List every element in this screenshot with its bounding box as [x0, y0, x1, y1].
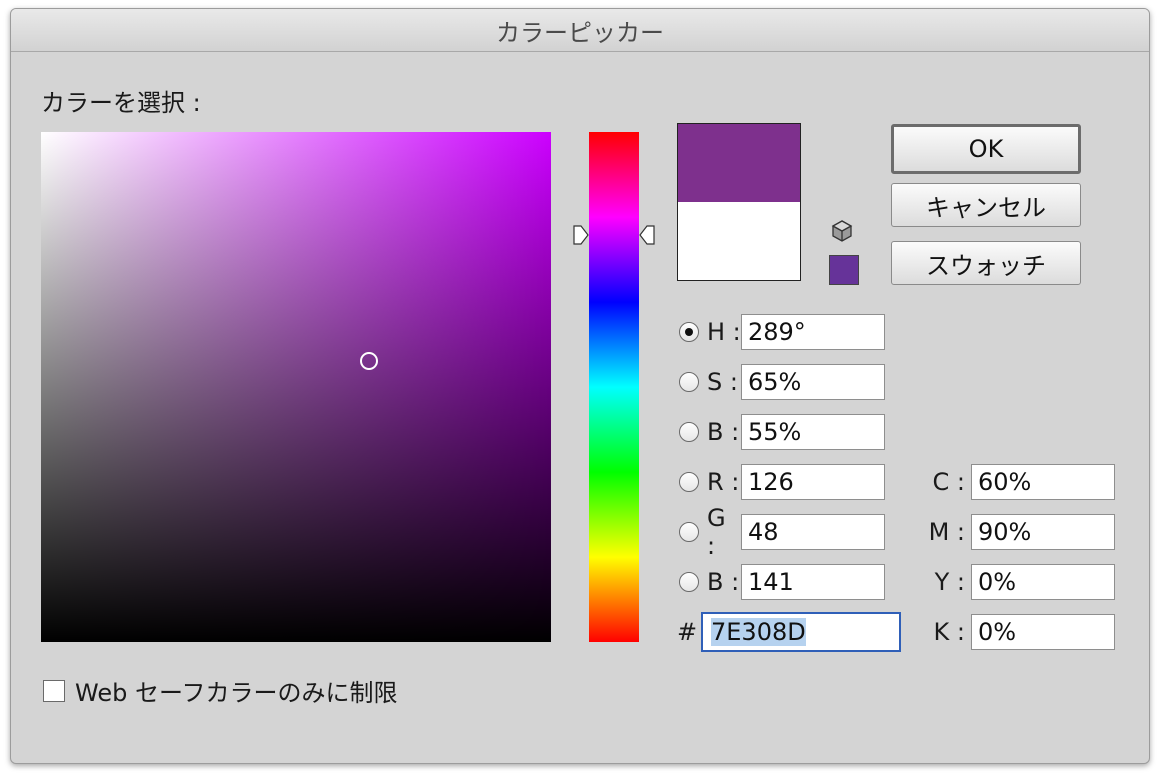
yellow-row: Y : 0% [917, 564, 1115, 600]
radio-selected-dot [685, 328, 693, 336]
ok-button-label: OK [968, 135, 1004, 163]
blue-input[interactable]: 141 [741, 564, 885, 600]
web-safe-color-swatch[interactable] [829, 255, 859, 285]
cyan-input[interactable]: 60% [971, 464, 1115, 500]
hue-slider[interactable] [589, 132, 639, 642]
hex-row: # 7E308D [677, 612, 901, 652]
cancel-button[interactable]: キャンセル [891, 183, 1081, 227]
magenta-input[interactable]: 90% [971, 514, 1115, 550]
hue-slider-right-handle-icon[interactable] [639, 225, 655, 245]
green-radio[interactable] [679, 522, 699, 542]
cyan-row: C : 60% [917, 464, 1115, 500]
green-input[interactable]: 48 [741, 514, 885, 550]
window-title: カラーピッカー [496, 18, 664, 47]
black-label: K : [933, 618, 965, 646]
magenta-label: M : [928, 518, 965, 546]
saturation-input[interactable]: 65% [741, 364, 885, 400]
cyan-label: C : [932, 468, 965, 496]
red-radio[interactable] [679, 472, 699, 492]
swatches-button-label: スウォッチ [926, 251, 1046, 280]
blue-label: B : [707, 568, 740, 596]
black-row: K : 0% [917, 614, 1115, 650]
ok-button[interactable]: OK [891, 124, 1081, 174]
hex-input-value: 7E308D [711, 618, 806, 646]
swatches-button[interactable]: スウォッチ [891, 241, 1081, 285]
brightness-row: B : 55% [679, 414, 885, 450]
red-input[interactable]: 126 [741, 464, 885, 500]
web-only-option[interactable]: Web セーフカラーのみに制限 [43, 673, 398, 708]
blue-radio[interactable] [679, 572, 699, 592]
yellow-label: Y : [934, 568, 965, 596]
brightness-input[interactable]: 55% [741, 414, 885, 450]
black-input[interactable]: 0% [971, 614, 1115, 650]
web-only-checkbox[interactable] [43, 679, 65, 702]
color-field[interactable] [41, 132, 551, 642]
current-color-swatch[interactable] [678, 202, 800, 280]
select-color-label: カラーを選択 : [41, 89, 201, 117]
cancel-button-label: キャンセル [926, 193, 1046, 222]
yellow-input[interactable]: 0% [971, 564, 1115, 600]
color-preview [677, 123, 801, 281]
red-label: R : [707, 468, 740, 496]
title-bar: カラーピッカー [11, 9, 1149, 52]
hue-row: H : 289° [679, 314, 885, 350]
web-only-label: Web セーフカラーのみに制限 [75, 679, 398, 707]
hue-radio[interactable] [679, 322, 699, 342]
color-field-cursor[interactable] [360, 352, 378, 370]
saturation-row: S : 65% [679, 364, 885, 400]
brightness-label: B : [707, 418, 740, 446]
hue-slider-left-handle-icon[interactable] [573, 225, 589, 245]
cube-icon[interactable] [831, 219, 853, 243]
blue-row: B : 141 [679, 564, 885, 600]
brightness-radio[interactable] [679, 422, 699, 442]
saturation-label: S : [707, 368, 738, 396]
magenta-row: M : 90% [917, 514, 1115, 550]
red-row: R : 126 [679, 464, 885, 500]
hex-input[interactable]: 7E308D [701, 612, 901, 652]
green-label: G : [707, 504, 726, 560]
green-row: G : 48 [679, 504, 885, 560]
hue-input[interactable]: 289° [741, 314, 885, 350]
hue-label: H : [707, 318, 741, 346]
saturation-radio[interactable] [679, 372, 699, 392]
hex-label: # [677, 618, 698, 646]
new-color-swatch [678, 124, 800, 202]
color-picker-dialog: カラーピッカー カラーを選択 : OK キャンセル スウォッチ H : 289°… [10, 8, 1150, 764]
